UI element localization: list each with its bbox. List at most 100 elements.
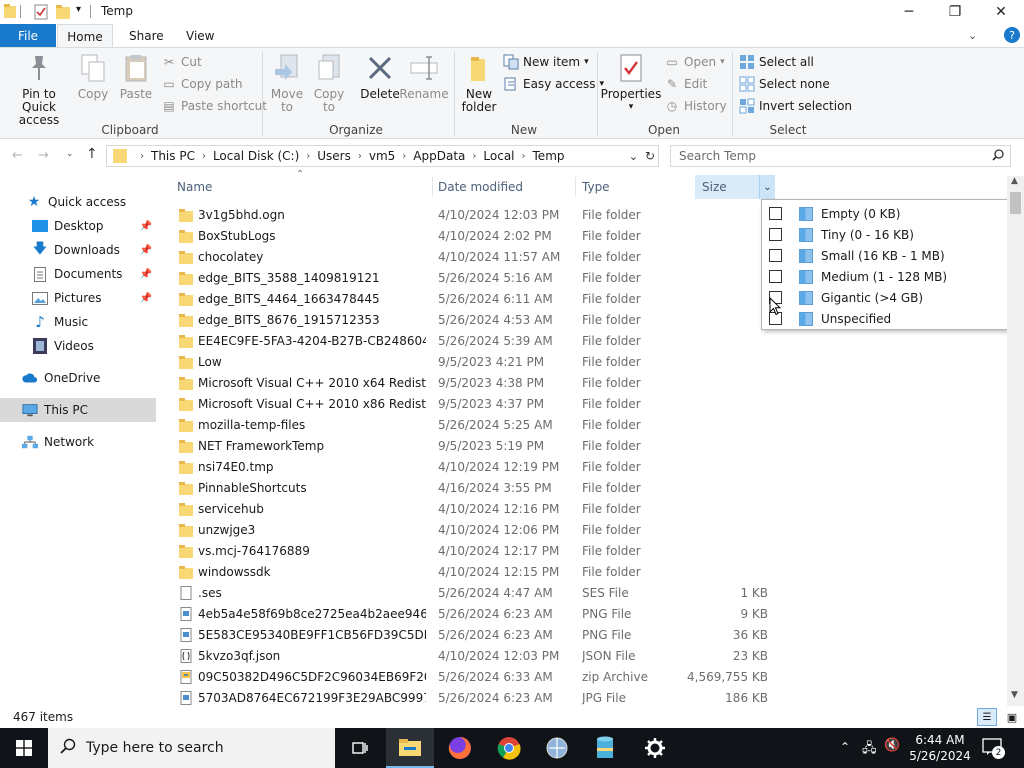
tab-view[interactable]: View (172, 24, 228, 48)
large-icons-view-icon[interactable]: ▣ (1002, 708, 1022, 726)
size-filter-option[interactable]: Tiny (0 - 16 KB) (762, 224, 1008, 245)
nav-network[interactable]: Network (0, 430, 156, 454)
select-all-button[interactable]: Select all (739, 52, 814, 72)
nav-pictures[interactable]: Pictures 📌 (0, 286, 156, 310)
scroll-thumb[interactable] (1010, 192, 1021, 214)
column-header-date[interactable]: Date modified (431, 175, 575, 199)
copy-path-button[interactable]: ▭ Copy path (161, 74, 242, 94)
tab-file[interactable]: File (0, 24, 56, 48)
size-filter-option[interactable]: Gigantic (>4 GB) (762, 287, 1008, 308)
column-header-size[interactable]: Size (695, 175, 759, 199)
file-row[interactable]: BoxStubLogs 4/10/2024 2:02 PM File folder (176, 226, 776, 247)
paste-shortcut-button[interactable]: ▤ Paste shortcut (161, 96, 267, 116)
address-bar[interactable]: › This PC › Local Disk (C:) › Users › vm5 › … (106, 145, 659, 167)
settings-gear-icon[interactable] (631, 728, 679, 768)
new-folder-button[interactable]: New folder (460, 52, 498, 114)
pin-icon[interactable]: 📌 (140, 293, 152, 304)
taskbar-search-input[interactable]: Type here to search (48, 728, 335, 768)
breadcrumb-temp[interactable]: Temp (533, 149, 565, 163)
back-arrow-icon[interactable]: ← (12, 148, 23, 163)
properties-button[interactable]: Properties ▾ (601, 52, 661, 114)
file-row[interactable]: 5kvzo3qf.json 4/10/2024 12:03 PM JSON File… (176, 646, 776, 667)
copy-to-button[interactable]: Copy to (310, 52, 348, 114)
breadcrumb-users[interactable]: Users (317, 149, 351, 163)
address-dropdown-chevron-icon[interactable]: ⌄ (629, 150, 638, 163)
file-row[interactable]: .ses 5/26/2024 4:47 AM SES File 1 KB (176, 583, 776, 604)
invert-selection-button[interactable]: Invert selection (739, 96, 852, 116)
close-button[interactable]: ✕ (978, 0, 1024, 24)
breadcrumb-vm5[interactable]: vm5 (369, 149, 395, 163)
nav-desktop[interactable]: Desktop 📌 (0, 214, 156, 238)
file-row[interactable]: servicehub 4/10/2024 12:16 PM File folder (176, 499, 776, 520)
file-row[interactable]: 3v1g5bhd.ogn 4/10/2024 12:03 PM File folde… (176, 205, 776, 226)
edit-button[interactable]: ✎ Edit (664, 74, 707, 94)
size-filter-option[interactable]: Unspecified (762, 308, 1008, 329)
recent-locations-chevron-icon[interactable]: ⌄ (66, 149, 74, 159)
scroll-down-arrow-icon[interactable]: ▼ (1011, 690, 1018, 700)
vertical-scrollbar[interactable]: ▲ ▼ (1007, 176, 1024, 706)
nav-this-pc[interactable]: This PC (0, 398, 156, 422)
file-row[interactable]: Low 9/5/2023 4:21 PM File folder (176, 352, 776, 373)
column-header-type[interactable]: Type (575, 175, 691, 199)
pin-to-quick-access-button[interactable]: Pin to Quick access (4, 52, 74, 127)
network-status-icon[interactable]: 🖧 (862, 739, 877, 761)
search-input[interactable]: Search Temp (670, 145, 1011, 167)
database-tool-icon[interactable] (581, 728, 629, 768)
nav-documents[interactable]: Documents 📌 (0, 262, 156, 286)
breadcrumb-local-disk[interactable]: Local Disk (C:) (213, 149, 299, 163)
size-filter-option[interactable]: Empty (0 KB) (762, 203, 1008, 224)
customize-qat-icon[interactable]: ▾ (76, 4, 81, 15)
volume-muted-icon[interactable]: 🔇 (884, 738, 900, 753)
delete-button[interactable]: Delete (359, 52, 401, 101)
size-filter-option[interactable]: Medium (1 - 128 MB) (762, 266, 1008, 287)
rename-button[interactable]: Rename (399, 52, 449, 101)
checkbox[interactable] (769, 228, 782, 241)
open-button[interactable]: ▭ Open ▾ (664, 52, 724, 72)
file-row[interactable]: Microsoft Visual C++ 2010 x64 Redistrib.… (176, 373, 776, 394)
nav-downloads[interactable]: 🡇 Downloads 📌 (0, 238, 156, 262)
pin-icon[interactable]: 📌 (140, 245, 152, 256)
breadcrumb-this-pc[interactable]: This PC (151, 149, 195, 163)
file-row[interactable]: NET FrameworkTemp 9/5/2023 5:19 PM File fo… (176, 436, 776, 457)
scroll-up-arrow-icon[interactable]: ▲ (1011, 176, 1018, 186)
maximize-button[interactable]: ❐ (932, 0, 978, 24)
nav-onedrive[interactable]: OneDrive (0, 366, 156, 390)
file-row[interactable]: EE4EC9FE-5FA3-4204-B27B-CB24860423F4 5/26… (176, 331, 776, 352)
file-row[interactable]: unzwjge3 4/10/2024 12:06 PM File folder (176, 520, 776, 541)
file-row[interactable]: mozilla-temp-files 5/26/2024 5:25 AM File … (176, 415, 776, 436)
size-filter-option[interactable]: Small (16 KB - 1 MB) (762, 245, 1008, 266)
file-row[interactable]: Microsoft Visual C++ 2010 x86 Redistrib.… (176, 394, 776, 415)
chrome-icon[interactable] (485, 728, 533, 768)
file-row[interactable]: edge_BITS_8676_1915712353 5/26/2024 4:53 … (176, 310, 776, 331)
firefox-icon[interactable] (436, 728, 484, 768)
file-row[interactable]: 5E583CE95340BE9FF1CB56FD39C5DDDF3... 5/26… (176, 625, 776, 646)
chevron-down-icon[interactable]: ⌄ (968, 29, 977, 42)
file-row[interactable]: windowssdk 4/10/2024 12:15 PM File folder (176, 562, 776, 583)
minimize-button[interactable]: ─ (886, 0, 932, 24)
task-view-icon[interactable] (336, 728, 384, 768)
file-row[interactable]: nsi74E0.tmp 4/10/2024 12:19 PM File folder (176, 457, 776, 478)
details-view-icon[interactable]: ☰ (977, 708, 997, 726)
file-explorer-taskbar-icon[interactable] (386, 728, 434, 768)
file-row[interactable]: 4eb5a4e58f69b8ce2725ea4b2aee9466dea... 5/… (176, 604, 776, 625)
copy-button[interactable]: Copy (76, 52, 110, 101)
file-row[interactable]: 09C50382D496C5DF2C96034EB69F20D456... 5/2… (176, 667, 776, 688)
new-item-button[interactable]: New item ▾ (503, 52, 589, 72)
up-arrow-icon[interactable]: ↑ (86, 146, 98, 162)
nav-music[interactable]: ♪ Music (0, 310, 156, 334)
nav-quick-access[interactable]: ★ Quick access (0, 190, 156, 214)
refresh-icon[interactable]: ↻ (645, 149, 655, 163)
nav-videos[interactable]: Videos (0, 334, 156, 358)
pin-icon[interactable]: 📌 (140, 221, 152, 232)
clock[interactable]: 6:44 AM 5/26/2024 (906, 732, 974, 764)
file-row[interactable]: PinnableShortcuts 4/16/2024 3:55 PM File f… (176, 478, 776, 499)
file-row[interactable]: edge_BITS_4464_1663478445 5/26/2024 6:11 … (176, 289, 776, 310)
tray-chevron-up-icon[interactable]: ⌃ (840, 740, 850, 754)
file-row[interactable]: vs.mcj-764176889 4/10/2024 12:17 PM File f… (176, 541, 776, 562)
move-to-button[interactable]: Move to (268, 52, 306, 114)
size-filter-chevron-icon[interactable]: ⌄ (759, 175, 775, 199)
cut-button[interactable]: ✂ Cut (161, 52, 202, 72)
forward-arrow-icon[interactable]: → (38, 148, 49, 163)
easy-access-button[interactable]: Easy access ▾ (503, 74, 604, 94)
new-folder-quick-icon[interactable] (56, 4, 70, 20)
